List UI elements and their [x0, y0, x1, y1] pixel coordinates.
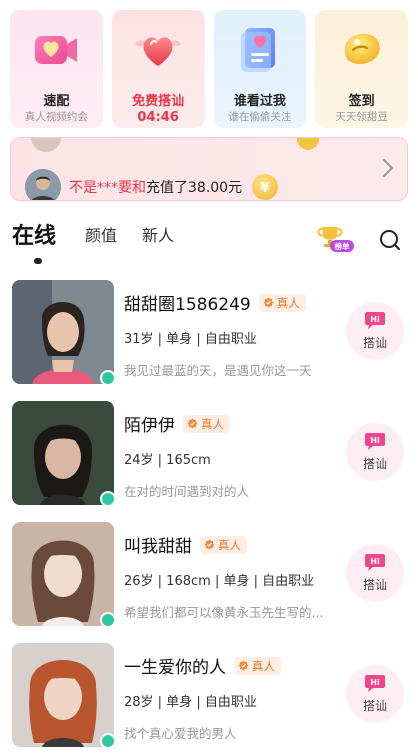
- verified-badge: 真人: [234, 656, 281, 675]
- user-bio: 在对的时间遇到对的人: [124, 484, 250, 499]
- verified-badge: 真人: [258, 293, 306, 312]
- profile-card-icon: [240, 28, 275, 72]
- golden-bean-icon: [344, 33, 380, 64]
- list-item[interactable]: 陌伊伊 真人 24岁 | 165cm 在对的时间遇到对的人 Hi 搭讪: [0, 401, 418, 511]
- user-photo[interactable]: [12, 280, 114, 384]
- greet-button[interactable]: Hi 搭讪: [346, 544, 404, 602]
- verified-label: 真人: [276, 295, 300, 310]
- feature-title: 签到: [348, 94, 375, 109]
- recharge-message: 不是***要和充值了38.00元: [69, 177, 242, 197]
- svg-text:Hi: Hi: [370, 678, 380, 687]
- user-bio: 找个真心爱我的男人: [124, 726, 237, 741]
- hi-bubble-icon: Hi: [365, 433, 385, 450]
- hi-bubble-icon: Hi: [365, 554, 385, 571]
- svg-text:¥: ¥: [261, 181, 270, 196]
- greet-button[interactable]: Hi 搭讪: [346, 665, 404, 723]
- verified-badge: 真人: [200, 535, 247, 554]
- verified-icon: [238, 660, 249, 671]
- search-icon[interactable]: [378, 228, 402, 252]
- user-name: 叫我甜甜: [124, 537, 192, 557]
- user-name: 甜甜圈1586249: [124, 295, 251, 315]
- greet-label: 搭讪: [362, 578, 387, 592]
- user-photo[interactable]: [12, 522, 114, 626]
- feature-title: 谁看过我: [233, 94, 286, 109]
- recharge-amount: 充值了38.00元: [146, 180, 243, 196]
- countdown-timer: 04:46: [137, 110, 179, 125]
- feature-subtitle: 天天领甜豆: [335, 111, 388, 123]
- greet-button[interactable]: Hi 搭讪: [346, 302, 404, 360]
- coin-icon: ¥: [252, 174, 279, 200]
- online-status-dot: [100, 733, 116, 749]
- verified-label: 真人: [201, 416, 224, 431]
- list-item[interactable]: 甜甜圈1586249 真人 31岁 | 单身 | 自由职业 我见过最蓝的天，是遇…: [0, 280, 418, 390]
- speed-match-card[interactable]: 速配 真人视频约会: [10, 10, 103, 128]
- verified-icon: [263, 297, 274, 308]
- feature-subtitle: 真人视频约会: [24, 111, 88, 123]
- verified-badge: 真人: [183, 414, 230, 433]
- recharge-notice-banner[interactable]: 不是***要和充值了38.00元 ¥: [10, 137, 408, 201]
- verified-icon: [187, 418, 198, 429]
- avatar: [25, 169, 61, 200]
- check-in-card[interactable]: 签到 天天领甜豆: [315, 10, 408, 128]
- recharge-user: 不是***要和: [69, 180, 146, 196]
- user-photo[interactable]: [12, 401, 114, 505]
- feature-title: 速配: [43, 94, 70, 109]
- chevron-right-icon[interactable]: [381, 156, 395, 180]
- online-status-dot: [100, 612, 116, 628]
- user-info: 24岁 | 165cm: [124, 453, 211, 468]
- free-chat-card[interactable]: 免费搭讪 04:46: [111, 10, 205, 128]
- user-info: 26岁 | 168cm | 单身 | 自由职业: [124, 574, 315, 589]
- avatar: [31, 138, 61, 152]
- verified-icon: [204, 539, 215, 550]
- list-item[interactable]: 一生爱你的人 真人 28岁 | 单身 | 自由职业 找个真心爱我的男人 Hi 搭…: [0, 643, 418, 753]
- winged-heart-icon: [135, 37, 182, 66]
- tab-newcomer[interactable]: 新人: [142, 222, 174, 246]
- user-info: 28岁 | 单身 | 自由职业: [124, 695, 257, 710]
- category-tabs: 在线 颜值 新人 榜单: [12, 222, 408, 266]
- list-item[interactable]: 叫我甜甜 真人 26岁 | 168cm | 单身 | 自由职业 希望我们都可以像…: [0, 522, 418, 632]
- svg-text:Hi: Hi: [370, 557, 380, 566]
- svg-text:Hi: Hi: [370, 436, 380, 445]
- user-info: 31岁 | 单身 | 自由职业: [124, 332, 257, 347]
- svg-text:Hi: Hi: [370, 315, 380, 324]
- coin-icon: [297, 138, 319, 150]
- hi-bubble-icon: Hi: [365, 675, 385, 692]
- greet-label: 搭讪: [362, 457, 387, 471]
- who-viewed-me-card[interactable]: 谁看过我 谁在偷偷关注: [213, 10, 307, 128]
- tab-indicator: [34, 258, 42, 264]
- feature-cards: 速配 真人视频约会 免费搭讪 04:46 谁看过我 谁在偷偷关注 签到 天天领甜…: [10, 10, 408, 128]
- user-name: 一生爱你的人: [124, 658, 226, 678]
- user-name: 陌伊伊: [124, 416, 175, 436]
- feature-subtitle: 谁在偷偷关注: [228, 111, 292, 123]
- greet-label: 搭讪: [362, 336, 387, 350]
- tab-online[interactable]: 在线: [12, 218, 56, 250]
- tab-looks[interactable]: 颜值: [85, 222, 117, 246]
- user-photo[interactable]: [12, 643, 114, 747]
- video-heart-icon: [35, 36, 78, 64]
- verified-label: 真人: [218, 537, 241, 552]
- online-status-dot: [100, 491, 116, 507]
- online-status-dot: [100, 370, 116, 386]
- greet-button[interactable]: Hi 搭讪: [346, 423, 404, 481]
- ranking-trophy-icon[interactable]: 榜单: [314, 224, 354, 254]
- user-bio: 希望我们都可以像黄永玉先生写的...: [124, 605, 324, 620]
- rank-label: 榜单: [335, 241, 350, 251]
- verified-label: 真人: [252, 658, 275, 673]
- greet-label: 搭讪: [362, 699, 387, 713]
- user-bio: 我见过最蓝的天，是遇见你这一天: [124, 363, 312, 378]
- feature-title: 免费搭讪: [132, 94, 185, 109]
- hi-bubble-icon: Hi: [365, 312, 385, 329]
